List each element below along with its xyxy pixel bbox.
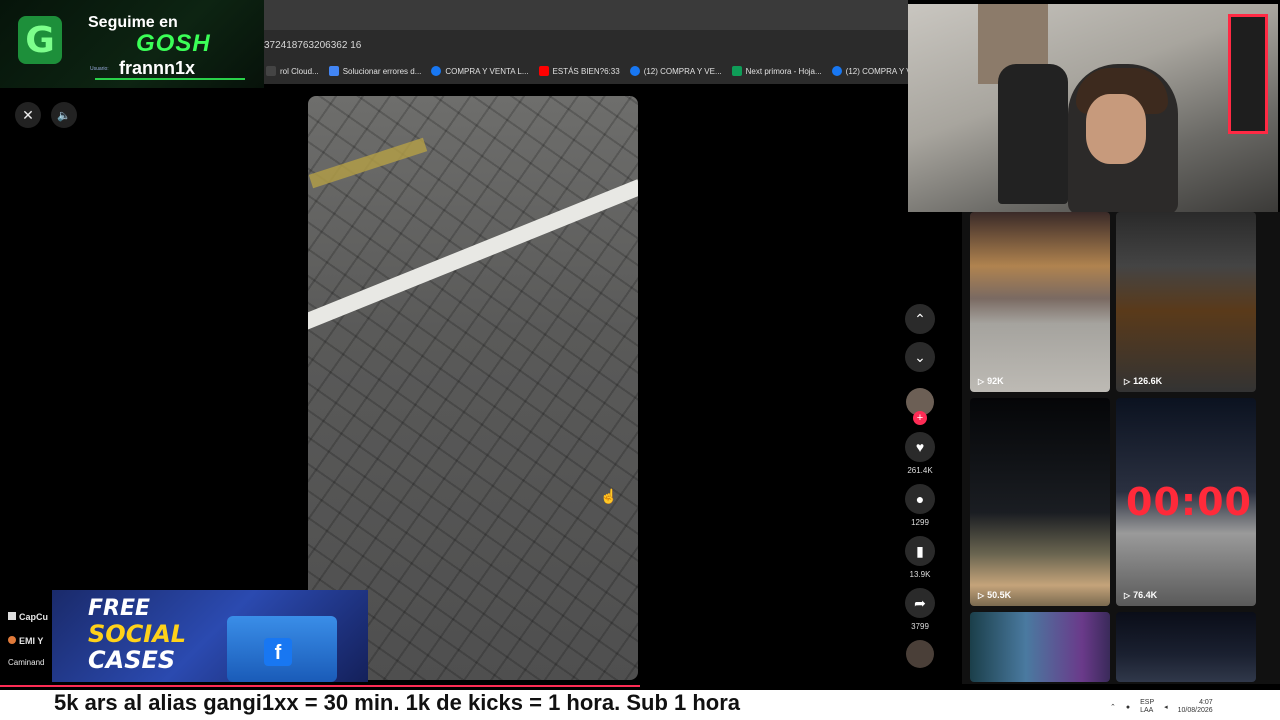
- promo-banner[interactable]: FREE SOCIAL CASES f: [52, 590, 368, 682]
- thumb-views: ▷ 92K: [978, 376, 1004, 386]
- subtitle-text: 5k ars al alias gangi1xx = 30 min. 1k de…: [54, 690, 741, 715]
- chat-line: Caminand: [8, 658, 45, 667]
- like-button[interactable]: ♥: [905, 432, 935, 462]
- thumb-views: ▷ 126.6K: [1124, 376, 1163, 386]
- comment-count: 1299: [911, 518, 929, 527]
- youtube-icon: [538, 66, 549, 76]
- chat-badge-icon: [8, 612, 16, 620]
- chevron-up-icon: ⌃: [914, 310, 926, 327]
- gosh-logo: G: [18, 16, 62, 64]
- volume-icon[interactable]: ◂: [1164, 703, 1168, 711]
- heart-icon: ♥: [915, 439, 925, 455]
- timer-overlay: 00:00: [1126, 480, 1252, 524]
- next-video-button[interactable]: ⌄: [905, 342, 935, 372]
- promo-line3: CASES: [88, 646, 176, 674]
- play-icon: ▷: [1124, 376, 1131, 386]
- bookmark-item[interactable]: ESTÁS BIEN?6:33: [538, 66, 620, 76]
- thumb-views: ▷ 76.4K: [1124, 590, 1158, 600]
- thumbnail[interactable]: 00:00 ▷ 76.4K: [1116, 398, 1256, 606]
- share-count: 3799: [911, 622, 929, 631]
- music-disc-icon[interactable]: [906, 640, 934, 668]
- comment-action: ● 1299: [904, 484, 936, 527]
- share-action: ➦ 3799: [904, 588, 936, 631]
- like-action: ♥ 261.4K: [904, 432, 936, 475]
- video-progress-bar[interactable]: [0, 685, 640, 687]
- play-icon: ▷: [978, 376, 985, 386]
- save-button[interactable]: ▮: [905, 536, 935, 566]
- bookmark-item[interactable]: COMPRA Y VENTA L...: [431, 66, 529, 76]
- clock[interactable]: 4:07 10/08/2026: [1178, 699, 1213, 715]
- close-button[interactable]: ✕: [15, 102, 41, 128]
- screen: 372418763206362 16 rol Cloud... Solucion…: [0, 0, 1280, 720]
- comment-icon: ●: [915, 491, 925, 507]
- language-indicator[interactable]: ESP LAA: [1140, 699, 1154, 715]
- volume-button[interactable]: 🔈: [51, 102, 77, 128]
- banner-user-label: Usuario:: [90, 66, 109, 72]
- bookmarks-bar: rol Cloud... Solucionar errores d... COM…: [264, 58, 908, 84]
- sheets-icon: [731, 66, 742, 76]
- road-stripe: [308, 179, 638, 337]
- chat-avatar-icon: [8, 636, 16, 644]
- bookmark-icon: [266, 66, 276, 76]
- facebook-icon: [431, 66, 442, 76]
- share-button[interactable]: ➦: [905, 588, 935, 618]
- play-icon: ▷: [1124, 590, 1131, 600]
- cam-face: [1086, 94, 1146, 164]
- facebook-icon: [629, 66, 640, 76]
- cam-fridge: [1228, 14, 1268, 134]
- bookmark-item[interactable]: Solucionar errores d...: [328, 66, 421, 76]
- previous-video-button[interactable]: ⌃: [905, 304, 935, 334]
- banner-username: frannn1x: [119, 58, 196, 78]
- bookmark-item[interactable]: (12) COMPRA Y VE...: [629, 66, 722, 76]
- facebook-icon: [831, 66, 842, 76]
- facebook-icon: f: [264, 638, 292, 666]
- play-icon: ▷: [978, 590, 985, 600]
- gosh-banner: G Seguime en GOSH Usuario: frannn1x: [0, 0, 264, 88]
- cam-chair: [998, 64, 1068, 204]
- thumbnail[interactable]: [1116, 612, 1256, 682]
- chat-line: EMI Y: [8, 636, 43, 646]
- bookmark-item[interactable]: Next primora - Hoja...: [731, 66, 822, 76]
- chevron-down-icon: ⌄: [914, 348, 926, 365]
- close-icon: ✕: [22, 106, 34, 123]
- browser-tab-strip: [264, 0, 908, 34]
- bookmark-item[interactable]: (12) COMPRA Y VE...: [831, 66, 908, 76]
- address-bar[interactable]: 372418763206362 16: [264, 40, 361, 51]
- thumbnail[interactable]: ▷ 126.6K: [1116, 212, 1256, 392]
- hand-cursor-icon: ☝: [600, 488, 618, 504]
- bookmark-icon: [328, 66, 339, 76]
- bookmark-icon: ▮: [916, 542, 924, 559]
- webcam-feed: [908, 4, 1278, 212]
- thumbnail[interactable]: [970, 612, 1110, 682]
- share-icon: ➦: [914, 594, 926, 611]
- like-count: 261.4K: [907, 466, 933, 475]
- banner-line2: GOSH: [136, 30, 211, 57]
- volume-icon: 🔈: [57, 109, 71, 122]
- chevron-up-icon[interactable]: ⌃: [1110, 703, 1116, 711]
- road-marking: [308, 137, 428, 189]
- system-tray: ⌃ ● ESP LAA ◂ 4:07 10/08/2026: [1110, 696, 1280, 718]
- comment-button[interactable]: ●: [905, 484, 935, 514]
- save-count: 13.9K: [909, 570, 931, 579]
- mic-icon[interactable]: ●: [1126, 704, 1130, 711]
- nav-rail: ⌃ ⌄: [904, 304, 936, 372]
- promo-line2: SOCIAL: [88, 620, 187, 648]
- thumb-views: ▷ 50.5K: [978, 590, 1012, 600]
- thumbnail[interactable]: ▷ 50.5K: [970, 398, 1110, 606]
- chat-line: CapCu: [8, 612, 48, 622]
- promo-line1: FREE: [88, 596, 151, 621]
- bookmark-item[interactable]: rol Cloud...: [266, 66, 319, 76]
- follow-plus-icon[interactable]: +: [913, 411, 927, 425]
- save-action: ▮ 13.9K: [904, 536, 936, 579]
- banner-underline: [95, 78, 245, 80]
- video-grid: ▷ 92K ▷ 126.6K ▷ 50.5K 00:00 ▷ 76.4K: [962, 212, 1280, 684]
- thumbnail[interactable]: ▷ 92K: [970, 212, 1110, 392]
